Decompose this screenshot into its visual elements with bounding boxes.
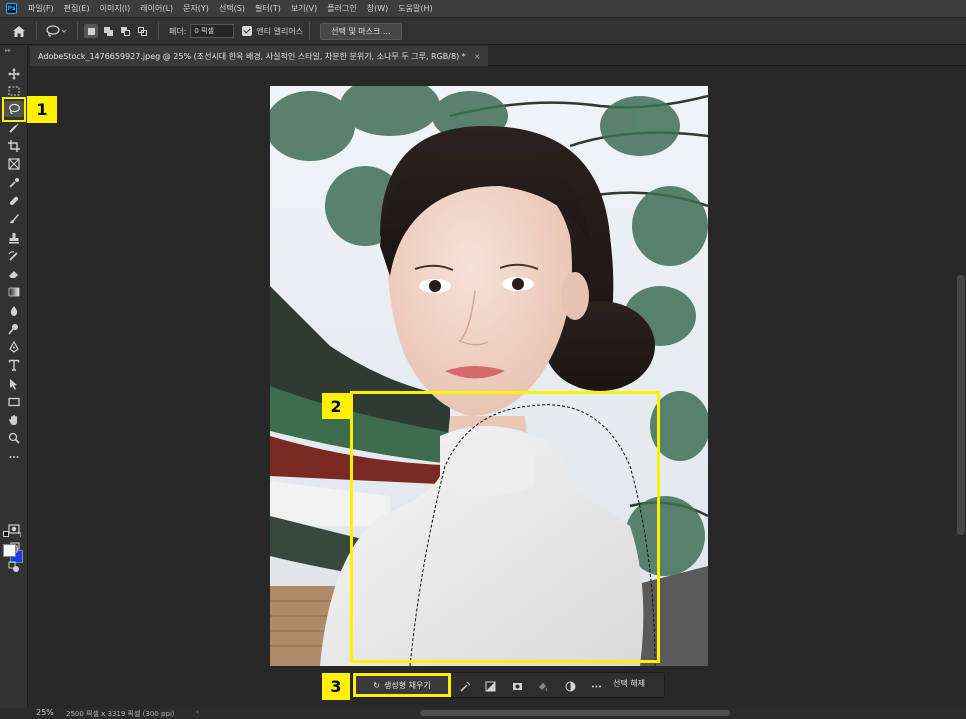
lasso-tool-highlight — [2, 97, 26, 122]
subtract-selection-icon — [120, 26, 130, 36]
options-bar: 페더: 0 픽셀 앤티 앨리어스 선택 및 마스크 ... — [0, 17, 966, 45]
frame-tool-icon[interactable] — [4, 156, 24, 172]
generative-fill-button[interactable]: ↻ 생성형 채우기 — [353, 673, 451, 697]
zoom-tool-icon[interactable] — [4, 430, 24, 446]
eyedropper-tool-icon[interactable] — [4, 175, 24, 191]
zoom-level[interactable]: 25% — [36, 708, 54, 717]
document-tab[interactable]: AdobeStock_1476659927.jpeg @ 25% (조선시대 한… — [30, 46, 489, 66]
more-options-icon[interactable] — [589, 679, 603, 693]
selection-highlight-box — [350, 391, 660, 663]
move-tool-icon[interactable] — [4, 66, 24, 82]
separator — [158, 22, 159, 40]
quick-mask-icon[interactable] — [4, 521, 24, 537]
fill-selection-icon[interactable] — [535, 679, 549, 693]
callout-3: 3 — [322, 673, 350, 700]
lasso-preset-picker[interactable] — [43, 23, 71, 39]
invert-selection-icon[interactable] — [483, 679, 497, 693]
separator — [36, 22, 37, 40]
collapse-panel-icon[interactable]: ▸▸ — [5, 47, 11, 54]
history-brush-tool-icon[interactable] — [4, 248, 24, 264]
document-tab-title: AdobeStock_1476659927.jpeg @ 25% (조선시대 한… — [38, 51, 466, 61]
gradient-tool-icon[interactable] — [4, 284, 24, 300]
menu-window[interactable]: 창(W) — [362, 3, 394, 14]
new-selection-mode-button[interactable] — [84, 24, 98, 38]
menu-help[interactable]: 도움말(H) — [393, 3, 437, 14]
separator — [77, 22, 78, 40]
adjustment-layer-icon[interactable] — [563, 679, 577, 693]
menu-view[interactable]: 보기(V) — [286, 3, 322, 14]
hand-tool-icon[interactable] — [4, 412, 24, 428]
square-icon — [87, 27, 95, 35]
generative-fill-icon: ↻ — [373, 680, 380, 690]
pen-tool-icon[interactable] — [4, 339, 24, 355]
path-selection-tool-icon[interactable] — [4, 376, 24, 392]
antialias-checkbox[interactable] — [242, 26, 253, 36]
chevron-left-icon[interactable]: ‹ — [196, 708, 199, 716]
photoshop-logo-icon[interactable]: Ps — [6, 3, 17, 14]
foreground-color-swatch[interactable] — [3, 544, 16, 557]
modify-selection-icon[interactable] — [458, 679, 472, 693]
intersect-selection-icon — [137, 26, 147, 36]
deselect-button[interactable]: 선택 해제 — [613, 678, 645, 689]
more-tools-icon[interactable] — [4, 449, 24, 465]
callout-2: 2 — [322, 393, 350, 419]
generative-fill-label: 생성형 채우기 — [384, 680, 431, 690]
object-selection-tool-icon[interactable] — [4, 120, 24, 136]
healing-brush-tool-icon[interactable] — [4, 193, 24, 209]
menu-filter[interactable]: 필터(T) — [250, 3, 286, 14]
blur-tool-icon[interactable] — [4, 303, 24, 319]
eraser-tool-icon[interactable] — [4, 266, 24, 282]
dodge-tool-icon[interactable] — [4, 321, 24, 337]
status-bar: 25% 2500 픽셀 x 3319 픽셀 (300 ppi) ‹ — [0, 708, 966, 719]
antialias-label: 앤티 앨리어스 — [256, 26, 304, 36]
menu-layer[interactable]: 레이어(L) — [135, 3, 178, 14]
horizontal-scrollbar[interactable] — [420, 710, 730, 716]
separator — [309, 22, 311, 40]
feather-label: 페더: — [169, 26, 187, 36]
menu-select[interactable]: 선택(S) — [214, 3, 250, 14]
subtract-selection-mode-button[interactable] — [118, 24, 132, 38]
menu-image[interactable]: 이미지(I) — [95, 3, 136, 14]
menu-edit[interactable]: 편집(E) — [59, 3, 95, 14]
menu-file[interactable]: 파일(F) — [23, 3, 59, 14]
rectangle-tool-icon[interactable] — [4, 394, 24, 410]
edit-toolbar-icon[interactable] — [4, 559, 24, 575]
add-selection-mode-button[interactable] — [101, 24, 115, 38]
document-tab-strip: AdobeStock_1476659927.jpeg @ 25% (조선시대 한… — [30, 45, 966, 66]
tools-panel: ▸▸ ↰ — [0, 45, 28, 708]
document-info[interactable]: 2500 픽셀 x 3319 픽셀 (300 ppi) — [66, 709, 175, 719]
intersect-selection-mode-button[interactable] — [135, 24, 149, 38]
vertical-scrollbar[interactable] — [957, 275, 965, 535]
close-icon[interactable]: × — [474, 52, 481, 61]
type-tool-icon[interactable] — [4, 357, 24, 373]
menu-bar: Ps 파일(F) 편집(E) 이미지(I) 레이어(L) 문자(Y) 선택(S)… — [0, 0, 966, 17]
feather-input[interactable]: 0 픽셀 — [190, 24, 235, 38]
menu-plugins[interactable]: 플러그인 — [322, 3, 361, 14]
select-and-mask-button[interactable]: 선택 및 마스크 ... — [320, 22, 402, 40]
brush-tool-icon[interactable] — [4, 211, 24, 227]
add-selection-icon — [103, 26, 113, 36]
menu-type[interactable]: 문자(Y) — [178, 3, 214, 14]
crop-tool-icon[interactable] — [4, 138, 24, 154]
callout-1: 1 — [27, 96, 57, 123]
clone-stamp-tool-icon[interactable] — [4, 230, 24, 246]
home-icon[interactable] — [8, 23, 30, 39]
create-mask-icon[interactable] — [510, 679, 524, 693]
